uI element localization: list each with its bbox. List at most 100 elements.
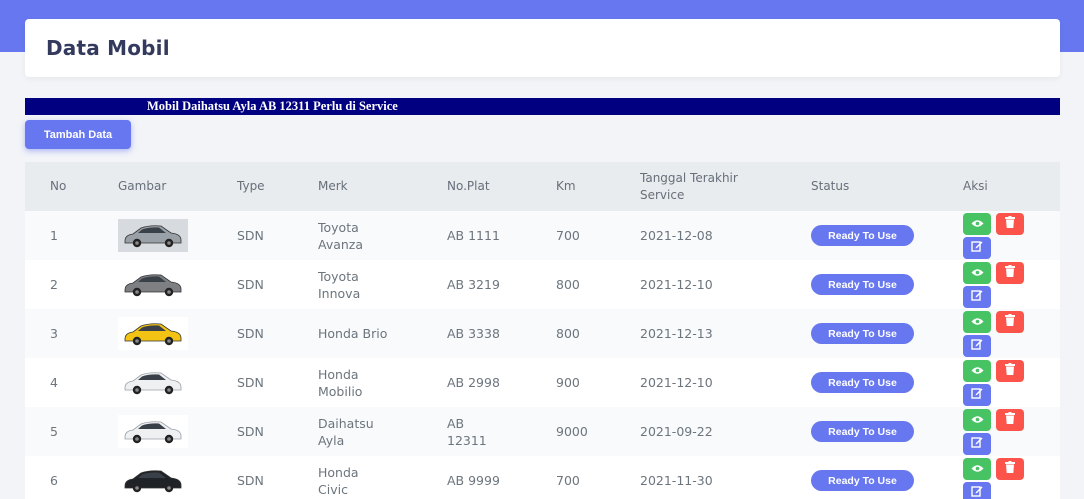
cell-no: 5 <box>50 424 58 439</box>
section-header: Data Mobil <box>25 19 1060 77</box>
view-button[interactable] <box>963 213 991 235</box>
delete-button[interactable] <box>996 458 1024 480</box>
header-last-service: Tanggal Terakhir Service <box>640 170 738 202</box>
edit-button[interactable] <box>963 433 991 455</box>
delete-button[interactable] <box>996 360 1024 382</box>
status-badge: Ready To Use <box>811 225 914 246</box>
cell-km: 700 <box>556 228 580 243</box>
status-badge: Ready To Use <box>811 372 914 393</box>
table-row: 3 SDN Honda Brio AB 3338 800 2021-12-13 Ready … <box>25 309 1060 358</box>
edit-button[interactable] <box>963 482 991 499</box>
cell-km: 900 <box>556 375 580 390</box>
status-badge: Ready To Use <box>811 421 914 442</box>
cell-plate: AB 3338 <box>447 326 500 341</box>
cell-type: SDN <box>237 375 264 390</box>
edit-icon <box>971 239 983 257</box>
view-button[interactable] <box>963 409 991 431</box>
cell-plate: AB 12311 <box>447 415 487 448</box>
edit-button[interactable] <box>963 335 991 357</box>
table-row: 2 SDN Toyota Innova AB 3219 800 2021-12-10 Rea… <box>25 260 1060 309</box>
table-row: 1 SDN Toyota Avanza AB 1111 700 2021-12-08 Rea… <box>25 211 1060 260</box>
view-button[interactable] <box>963 458 991 480</box>
car-image <box>118 415 188 448</box>
status-badge: Ready To Use <box>811 323 914 344</box>
cell-last-service: 2021-12-08 <box>640 228 713 243</box>
car-image <box>118 317 188 350</box>
cell-plate: AB 3219 <box>447 277 500 292</box>
header-plate: No.Plat <box>447 179 490 193</box>
car-image <box>118 366 188 399</box>
cell-brand: Honda Civic <box>318 464 359 497</box>
cell-last-service: 2021-09-22 <box>640 424 713 439</box>
header-status: Status <box>811 179 850 193</box>
cell-last-service: 2021-11-30 <box>640 473 713 488</box>
cell-brand: Toyota Innova <box>318 268 361 301</box>
trash-icon <box>1005 460 1015 478</box>
header-no: No <box>50 179 67 193</box>
cell-km: 700 <box>556 473 580 488</box>
edit-icon <box>971 435 983 453</box>
service-alert-marquee: Mobil Daihatsu Ayla AB 12311 Perlu di Se… <box>25 98 1060 115</box>
trash-icon <box>1005 313 1015 331</box>
cell-last-service: 2021-12-10 <box>640 277 713 292</box>
delete-button[interactable] <box>996 213 1024 235</box>
cell-plate: AB 9999 <box>447 473 500 488</box>
eye-icon <box>971 460 984 478</box>
car-image <box>118 268 188 301</box>
cell-brand: Honda Mobilio <box>318 366 363 399</box>
trash-icon <box>1005 411 1015 429</box>
cell-km: 800 <box>556 326 580 341</box>
cell-brand: Daihatsu Ayla <box>318 415 374 448</box>
edit-button[interactable] <box>963 384 991 406</box>
cell-km: 9000 <box>556 424 588 439</box>
cell-type: SDN <box>237 473 264 488</box>
trash-icon <box>1005 264 1015 282</box>
header-km: Km <box>556 179 576 193</box>
edit-icon <box>971 288 983 306</box>
page-title: Data Mobil <box>46 36 170 60</box>
header-image: Gambar <box>118 179 167 193</box>
edit-button[interactable] <box>963 237 991 259</box>
edit-icon <box>971 337 983 355</box>
car-image <box>118 464 188 497</box>
header-actions: Aksi <box>963 179 988 193</box>
delete-button[interactable] <box>996 409 1024 431</box>
delete-button[interactable] <box>996 311 1024 333</box>
cell-type: SDN <box>237 228 264 243</box>
edit-button[interactable] <box>963 286 991 308</box>
cell-type: SDN <box>237 277 264 292</box>
cell-last-service: 2021-12-13 <box>640 326 713 341</box>
add-data-button[interactable]: Tambah Data <box>25 120 131 149</box>
view-button[interactable] <box>963 262 991 284</box>
eye-icon <box>971 313 984 331</box>
eye-icon <box>971 264 984 282</box>
table-row: 5 SDN Daihatsu Ayla AB 12311 9000 2021-09-22 R… <box>25 407 1060 456</box>
cell-brand: Toyota Avanza <box>318 219 364 252</box>
car-table: No Gambar Type Merk No.Plat Km Tanggal T… <box>25 162 1060 499</box>
table-row: 6 SDN Honda Civic AB 9999 700 2021-11-30 Ready… <box>25 456 1060 499</box>
cell-no: 4 <box>50 375 58 390</box>
eye-icon <box>971 362 984 380</box>
delete-button[interactable] <box>996 262 1024 284</box>
trash-icon <box>1005 362 1015 380</box>
view-button[interactable] <box>963 360 991 382</box>
status-badge: Ready To Use <box>811 274 914 295</box>
cell-plate: AB 2998 <box>447 375 500 390</box>
car-image <box>118 219 188 252</box>
header-brand: Merk <box>318 179 348 193</box>
edit-icon <box>971 484 983 499</box>
eye-icon <box>971 215 984 233</box>
trash-icon <box>1005 215 1015 233</box>
cell-brand: Honda Brio <box>318 326 388 341</box>
view-button[interactable] <box>963 311 991 333</box>
cell-type: SDN <box>237 424 264 439</box>
table-row: 4 SDN Honda Mobilio AB 2998 900 2021-12-10 Rea… <box>25 358 1060 407</box>
cell-plate: AB 1111 <box>447 228 500 243</box>
cell-no: 6 <box>50 473 58 488</box>
cell-no: 3 <box>50 326 58 341</box>
cell-type: SDN <box>237 326 264 341</box>
table-header: No Gambar Type Merk No.Plat Km Tanggal T… <box>25 162 1060 211</box>
cell-last-service: 2021-12-10 <box>640 375 713 390</box>
cell-km: 800 <box>556 277 580 292</box>
status-badge: Ready To Use <box>811 470 914 491</box>
